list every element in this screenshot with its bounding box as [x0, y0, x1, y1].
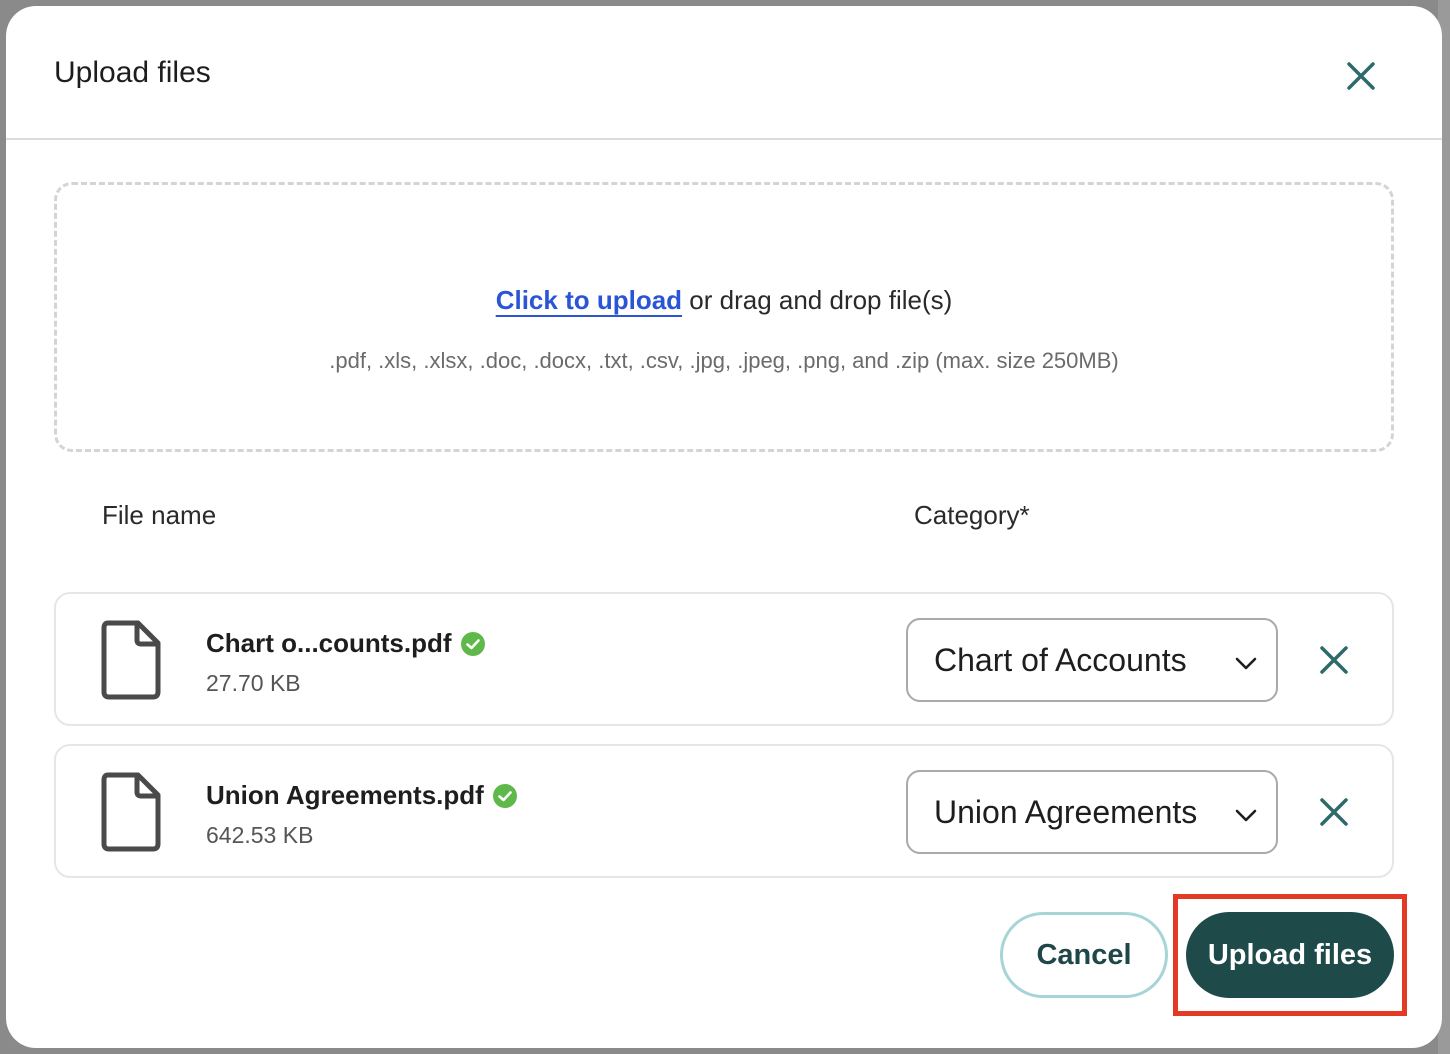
file-row: Union Agreements.pdf 642.53 KB Union Agr…: [54, 744, 1394, 878]
file-name-text: Union Agreements.pdf: [206, 780, 484, 810]
close-icon: [1320, 646, 1348, 674]
check-circle-icon: [492, 783, 517, 808]
modal-header: Upload files: [6, 6, 1442, 140]
check-circle-icon: [460, 631, 485, 656]
upload-files-button[interactable]: Upload files: [1186, 912, 1394, 998]
modal-title: Upload files: [54, 56, 211, 89]
close-icon: [1347, 62, 1375, 90]
chevron-down-icon: [1235, 657, 1257, 670]
remove-file-button[interactable]: [1314, 640, 1354, 680]
file-name: Union Agreements.pdf: [206, 780, 518, 811]
accepted-file-types: .pdf, .xls, .xlsx, .doc, .docx, .txt, .c…: [329, 348, 1119, 373]
file-size: 642.53 KB: [206, 822, 314, 848]
column-header-category: Category*: [914, 500, 1030, 530]
category-select-value: Chart of Accounts: [934, 642, 1187, 678]
dropzone-instructions: Click to upload or drag and drop file(s): [57, 285, 1391, 316]
file-row: Chart o...counts.pdf 27.70 KB Chart of A…: [54, 592, 1394, 726]
dropzone-text: or drag and drop file(s): [682, 285, 953, 315]
file-name: Chart o...counts.pdf: [206, 628, 486, 659]
file-size: 27.70 KB: [206, 670, 301, 696]
category-select[interactable]: Chart of Accounts: [906, 618, 1278, 702]
file-icon: [101, 620, 161, 700]
cancel-button[interactable]: Cancel: [1000, 912, 1168, 998]
remove-file-button[interactable]: [1314, 792, 1354, 832]
upload-files-modal: Upload files Click to upload or drag and…: [6, 6, 1442, 1048]
file-icon: [101, 772, 161, 852]
close-button[interactable]: [1339, 54, 1383, 98]
column-header-file-name: File name: [102, 500, 217, 530]
click-to-upload-link[interactable]: Click to upload: [496, 285, 682, 315]
category-select[interactable]: Union Agreements: [906, 770, 1278, 854]
file-dropzone[interactable]: Click to upload or drag and drop file(s)…: [54, 182, 1394, 452]
chevron-down-icon: [1235, 809, 1257, 822]
file-name-text: Chart o...counts.pdf: [206, 628, 452, 658]
category-select-value: Union Agreements: [934, 794, 1198, 830]
close-icon: [1320, 798, 1348, 826]
